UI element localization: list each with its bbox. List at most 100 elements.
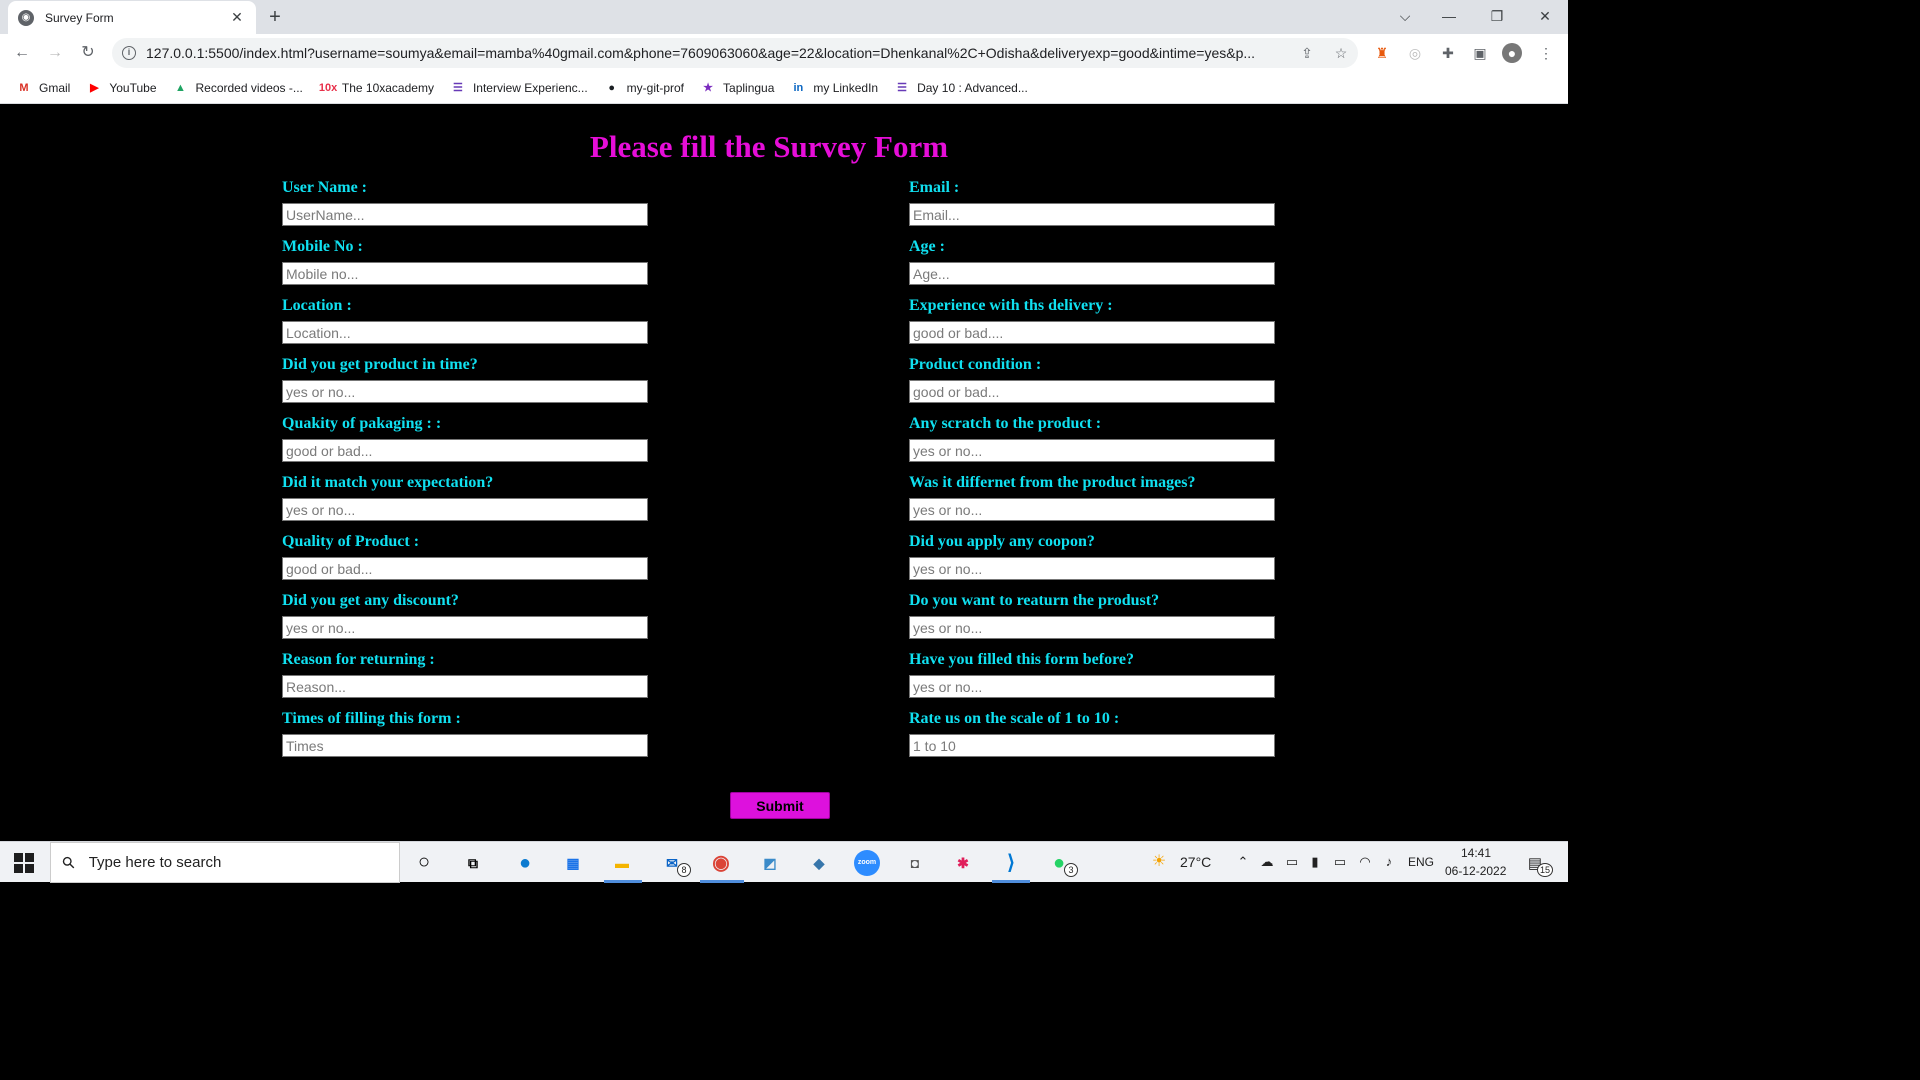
- notepad-icon[interactable]: ◩: [757, 850, 783, 876]
- field-input[interactable]: [282, 675, 648, 698]
- form-field: Have you filled this form before?: [909, 649, 1275, 698]
- volume-icon[interactable]: ♪: [1380, 854, 1398, 869]
- bookmark-star-icon[interactable]: ☆: [1332, 44, 1350, 62]
- field-input[interactable]: [909, 262, 1275, 285]
- new-tab-button[interactable]: +: [263, 5, 287, 29]
- slack-icon[interactable]: ✱: [950, 850, 976, 876]
- bookmark-item[interactable]: ☰ Interview Experienc...: [450, 81, 588, 95]
- meet-icon[interactable]: ▭: [1283, 854, 1301, 870]
- field-input[interactable]: [282, 557, 648, 580]
- field-input[interactable]: [909, 321, 1275, 344]
- field-input[interactable]: [909, 498, 1275, 521]
- python-icon[interactable]: ◆: [806, 850, 832, 876]
- windows-start-icon[interactable]: [14, 853, 34, 873]
- field-input[interactable]: [282, 203, 648, 226]
- address-bar[interactable]: i 127.0.0.1:5500/index.html?username=sou…: [112, 38, 1358, 68]
- mail-badge: 8: [677, 863, 691, 877]
- menu-kebab-icon[interactable]: ⋮: [1536, 43, 1556, 63]
- field-input[interactable]: [282, 498, 648, 521]
- bookmark-item[interactable]: ▲ Recorded videos -...: [173, 81, 303, 95]
- drive-icon: ▲: [175, 81, 186, 94]
- bookmark-item[interactable]: ☰ Day 10 : Advanced...: [894, 81, 1028, 95]
- share-icon[interactable]: ⇪: [1298, 44, 1316, 62]
- task-view-icon[interactable]: ⧉: [460, 850, 486, 876]
- bookmark-item[interactable]: ▶ YouTube: [86, 81, 156, 95]
- extension-panda-icon[interactable]: ◎: [1405, 43, 1425, 63]
- linkedin-icon: in: [793, 81, 804, 94]
- field-label: Location :: [282, 297, 352, 314]
- camera-icon[interactable]: ◘: [902, 850, 928, 876]
- weather-temperature[interactable]: 27°C: [1180, 854, 1211, 870]
- field-input[interactable]: [909, 203, 1275, 226]
- onedrive-icon[interactable]: ☁: [1258, 854, 1276, 870]
- zoom-icon[interactable]: zoom: [854, 850, 880, 876]
- extensions-puzzle-icon[interactable]: ✚: [1438, 43, 1458, 63]
- browser-tab[interactable]: ◉ Survey Form ✕: [8, 1, 256, 34]
- chrome-icon[interactable]: ◉: [708, 850, 734, 876]
- chevron-up-icon[interactable]: ⌃: [1234, 854, 1252, 870]
- language-indicator[interactable]: ENG: [1408, 855, 1434, 869]
- field-label: Was it differnet from the product images…: [909, 474, 1196, 491]
- field-input[interactable]: [909, 439, 1275, 462]
- field-input[interactable]: [909, 380, 1275, 403]
- bookmark-item[interactable]: ★ Taplingua: [700, 81, 774, 95]
- form-field: Any scratch to the product :: [909, 413, 1275, 462]
- field-label: Mobile No :: [282, 238, 363, 255]
- notification-count-badge: 15: [1537, 863, 1553, 877]
- field-input[interactable]: [909, 675, 1275, 698]
- tab-search-icon[interactable]: ⌵: [1382, 0, 1428, 32]
- explorer-active-indicator: [604, 880, 642, 883]
- field-input[interactable]: [909, 616, 1275, 639]
- bookmark-item[interactable]: M Gmail: [16, 81, 70, 95]
- restore-button[interactable]: ❐: [1474, 0, 1520, 32]
- close-window-button[interactable]: ✕: [1522, 0, 1568, 32]
- submit-button[interactable]: Submit: [730, 792, 830, 819]
- form-field: Was it differnet from the product images…: [909, 472, 1275, 521]
- clock-date[interactable]: 06-12-2022: [1445, 864, 1506, 878]
- bookmark-item[interactable]: 10x The 10xacademy: [319, 81, 434, 95]
- extension-brave-icon[interactable]: ♜: [1372, 43, 1392, 63]
- field-input[interactable]: [282, 262, 648, 285]
- url-text[interactable]: 127.0.0.1:5500/index.html?username=soumy…: [146, 45, 1286, 61]
- weather-icon[interactable]: ☀: [1150, 851, 1168, 871]
- vscode-icon[interactable]: ⟩: [998, 850, 1024, 876]
- reload-icon[interactable]: ↻: [77, 42, 99, 64]
- github-icon: ●: [608, 81, 615, 94]
- field-label: Do you want to reaturn the produst?: [909, 592, 1160, 609]
- form-field: Rate us on the scale of 1 to 10 :: [909, 708, 1275, 757]
- store-icon[interactable]: ▦: [560, 850, 586, 876]
- minimize-button[interactable]: —: [1426, 0, 1472, 32]
- back-arrow-icon[interactable]: ←: [11, 42, 33, 64]
- forward-arrow-icon[interactable]: →: [44, 42, 66, 64]
- side-panel-icon[interactable]: ▣: [1470, 43, 1490, 63]
- clock-time[interactable]: 14:41: [1461, 846, 1491, 860]
- form-field: Times of filling this form :: [282, 708, 648, 757]
- page-title: Please fill the Survey Form: [589, 129, 949, 164]
- field-input[interactable]: [282, 380, 648, 403]
- field-input[interactable]: [282, 734, 648, 757]
- edge-icon[interactable]: ●: [512, 850, 538, 876]
- field-input[interactable]: [282, 616, 648, 639]
- bookmark-label: Interview Experienc...: [472, 80, 588, 95]
- microphone-icon[interactable]: ▮: [1306, 854, 1324, 870]
- close-tab-icon[interactable]: ✕: [228, 9, 246, 26]
- cortana-icon[interactable]: ○: [411, 850, 437, 876]
- file-explorer-icon[interactable]: ▬: [609, 850, 635, 876]
- field-label: Did it match your expectation?: [282, 474, 494, 491]
- bookmark-item[interactable]: ● my-git-prof: [604, 81, 684, 95]
- profile-avatar[interactable]: ●: [1502, 43, 1522, 63]
- bookmark-item[interactable]: in my LinkedIn: [790, 81, 879, 95]
- wifi-icon[interactable]: ◠: [1356, 854, 1374, 870]
- field-input[interactable]: [282, 321, 648, 344]
- forms-icon: ☰: [897, 81, 908, 94]
- bookmark-label: Recorded videos -...: [195, 80, 303, 95]
- field-input[interactable]: [909, 734, 1275, 757]
- site-info-icon[interactable]: i: [122, 46, 136, 60]
- field-label: Email :: [909, 179, 960, 196]
- field-input[interactable]: [909, 557, 1275, 580]
- taskbar-search-placeholder: Type here to search: [88, 854, 222, 871]
- taskbar-search-box[interactable]: ⚲ Type here to search: [50, 842, 400, 883]
- battery-icon[interactable]: ▭: [1331, 854, 1349, 870]
- bookmark-label: Taplingua: [723, 80, 775, 95]
- field-input[interactable]: [282, 439, 648, 462]
